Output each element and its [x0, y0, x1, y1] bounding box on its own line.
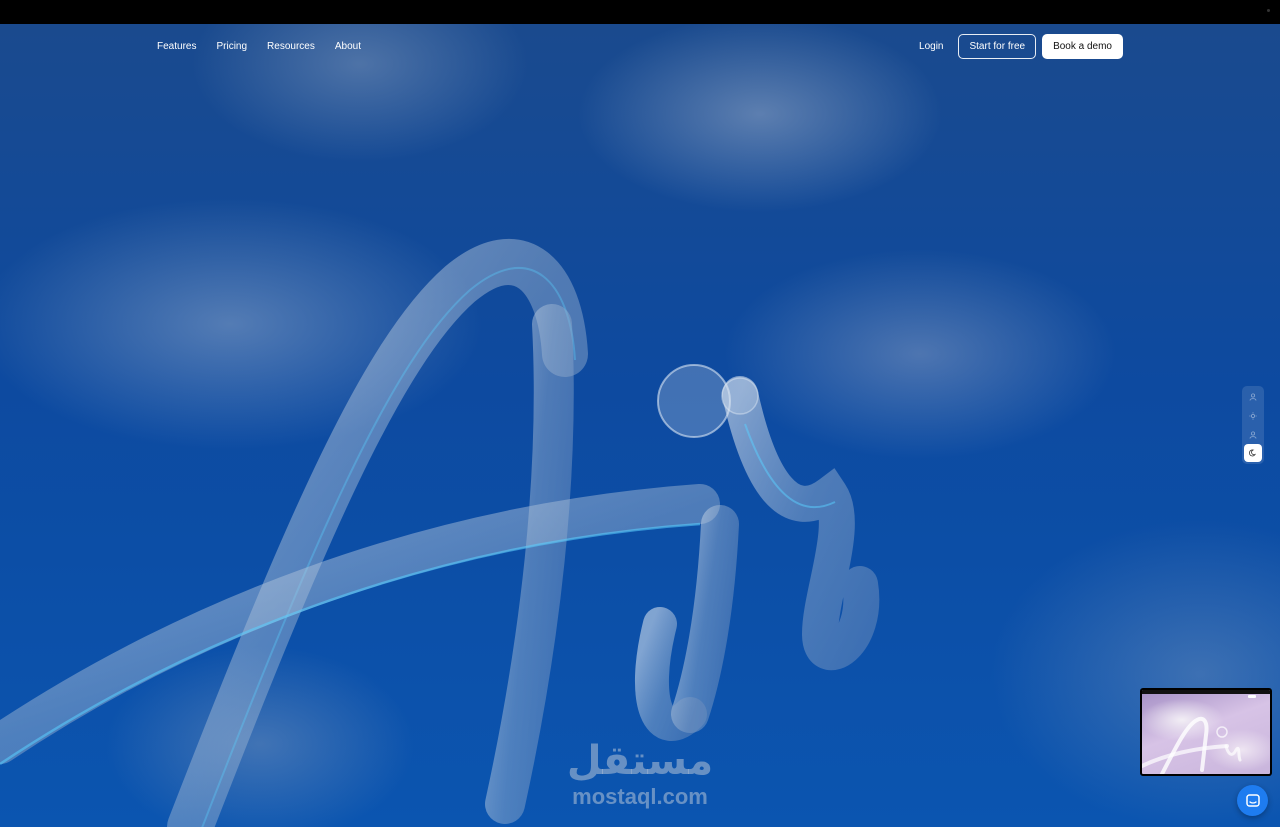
nav-link-resources[interactable]: Resources — [267, 40, 315, 54]
watermark-latin-text: mostaql.com — [572, 784, 708, 809]
top-bar-indicator — [1267, 9, 1270, 12]
watermark-arabic-text: مستقل — [566, 738, 714, 784]
letter-r-stroke — [722, 376, 880, 670]
letter-a-right-stroke — [485, 304, 574, 824]
book-demo-button[interactable]: Book a demo — [1042, 34, 1123, 59]
letter-i-stroke — [671, 505, 739, 733]
video-preview-artwork — [1142, 716, 1242, 774]
nav-link-pricing[interactable]: Pricing — [216, 40, 247, 54]
chat-support-button[interactable] — [1237, 785, 1268, 816]
top-navigation: Features Pricing Resources About Login S… — [0, 24, 1280, 70]
letter-i-dot — [657, 364, 731, 438]
sun-icon[interactable] — [1244, 407, 1262, 425]
nav-actions: Login Start for free Book a demo — [919, 34, 1123, 59]
browser-top-bar — [0, 0, 1280, 24]
user-icon[interactable] — [1244, 388, 1262, 406]
hero-background — [0, 24, 1280, 827]
theme-switcher — [1242, 386, 1264, 464]
chat-icon — [1245, 793, 1260, 807]
user-alt-icon[interactable] — [1244, 426, 1262, 444]
nav-link-features[interactable]: Features — [157, 40, 196, 54]
hero-air-artwork — [0, 239, 880, 827]
crossbar-sweep — [0, 484, 720, 764]
login-link[interactable]: Login — [919, 40, 943, 54]
mostaql-watermark: مستقل mostaql.com — [560, 736, 720, 808]
video-preview-thumbnail[interactable] — [1140, 688, 1272, 776]
moon-icon[interactable] — [1244, 444, 1262, 462]
nav-link-about[interactable]: About — [335, 40, 361, 54]
nav-links: Features Pricing Resources About — [157, 40, 381, 54]
start-for-free-button[interactable]: Start for free — [958, 34, 1037, 59]
